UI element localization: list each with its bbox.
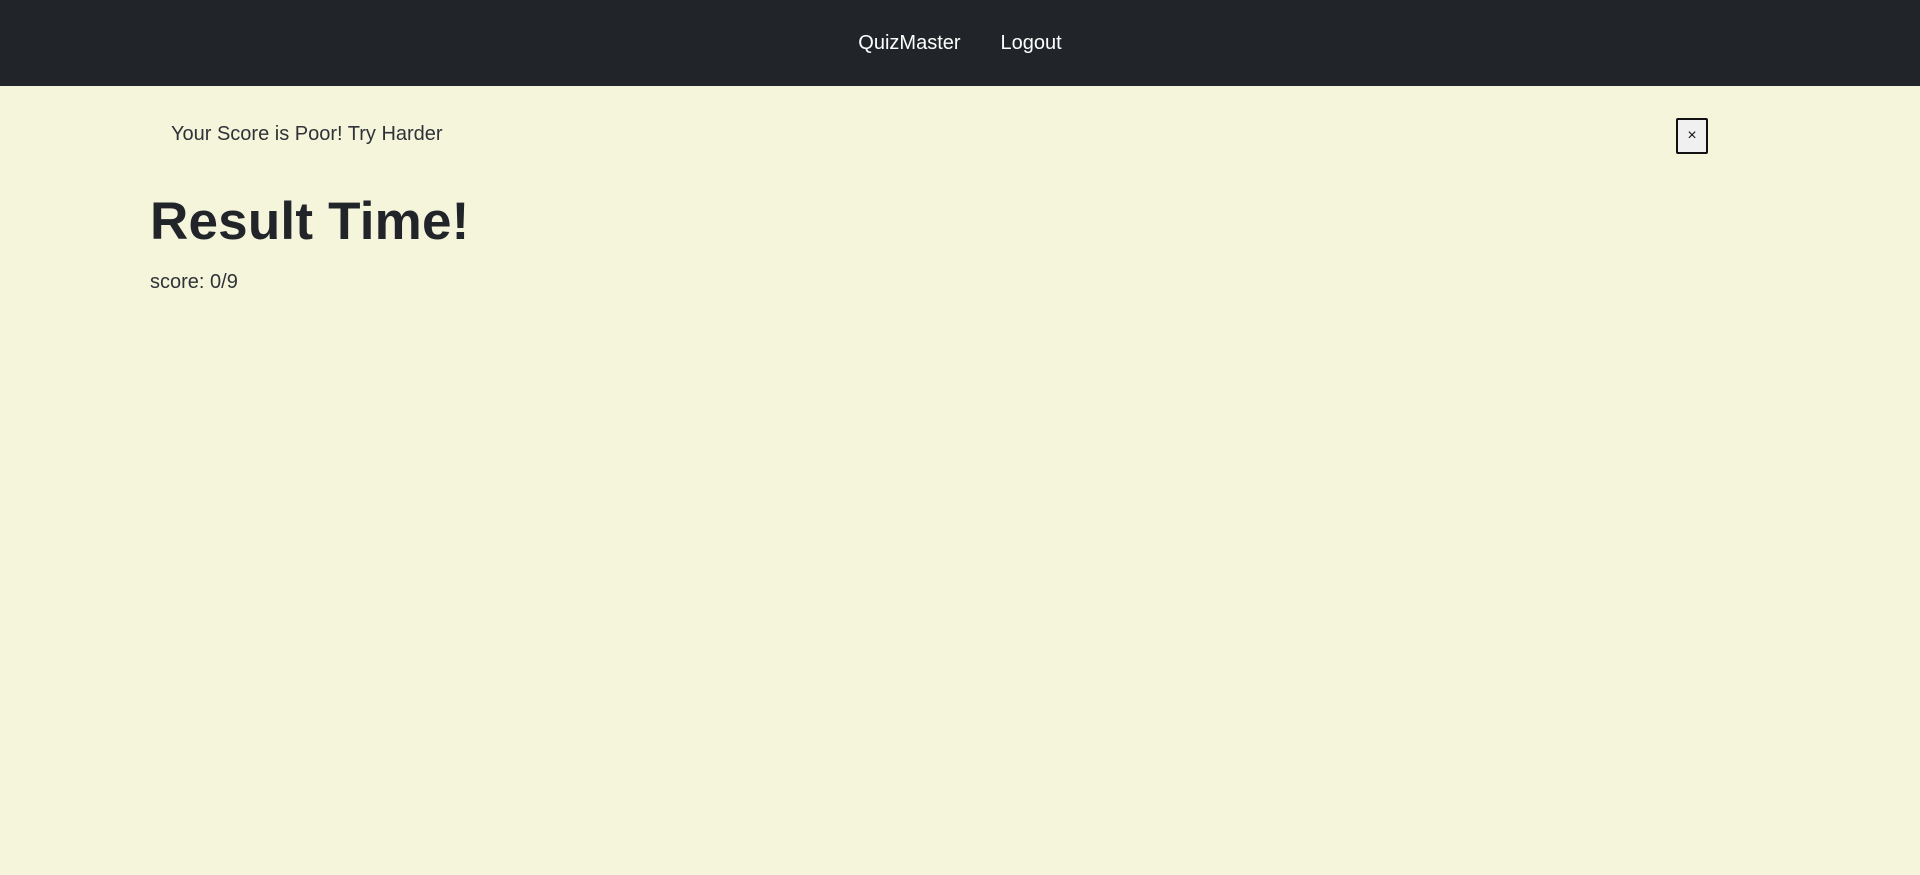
page-title: Result Time! (150, 192, 470, 251)
score-text: score: 0/9 (150, 271, 238, 293)
nav-logout-link[interactable]: Logout (1001, 33, 1062, 53)
alert-close-button[interactable]: × (1676, 118, 1708, 154)
top-navbar: QuizMaster Logout (0, 0, 1920, 86)
alert-message: Your Score is Poor! Try Harder (171, 123, 443, 145)
nav-brand-quizmaster[interactable]: QuizMaster (858, 33, 960, 53)
score-alert: Your Score is Poor! Try Harder × (150, 110, 1710, 160)
nav-links: QuizMaster Logout (0, 0, 1920, 86)
